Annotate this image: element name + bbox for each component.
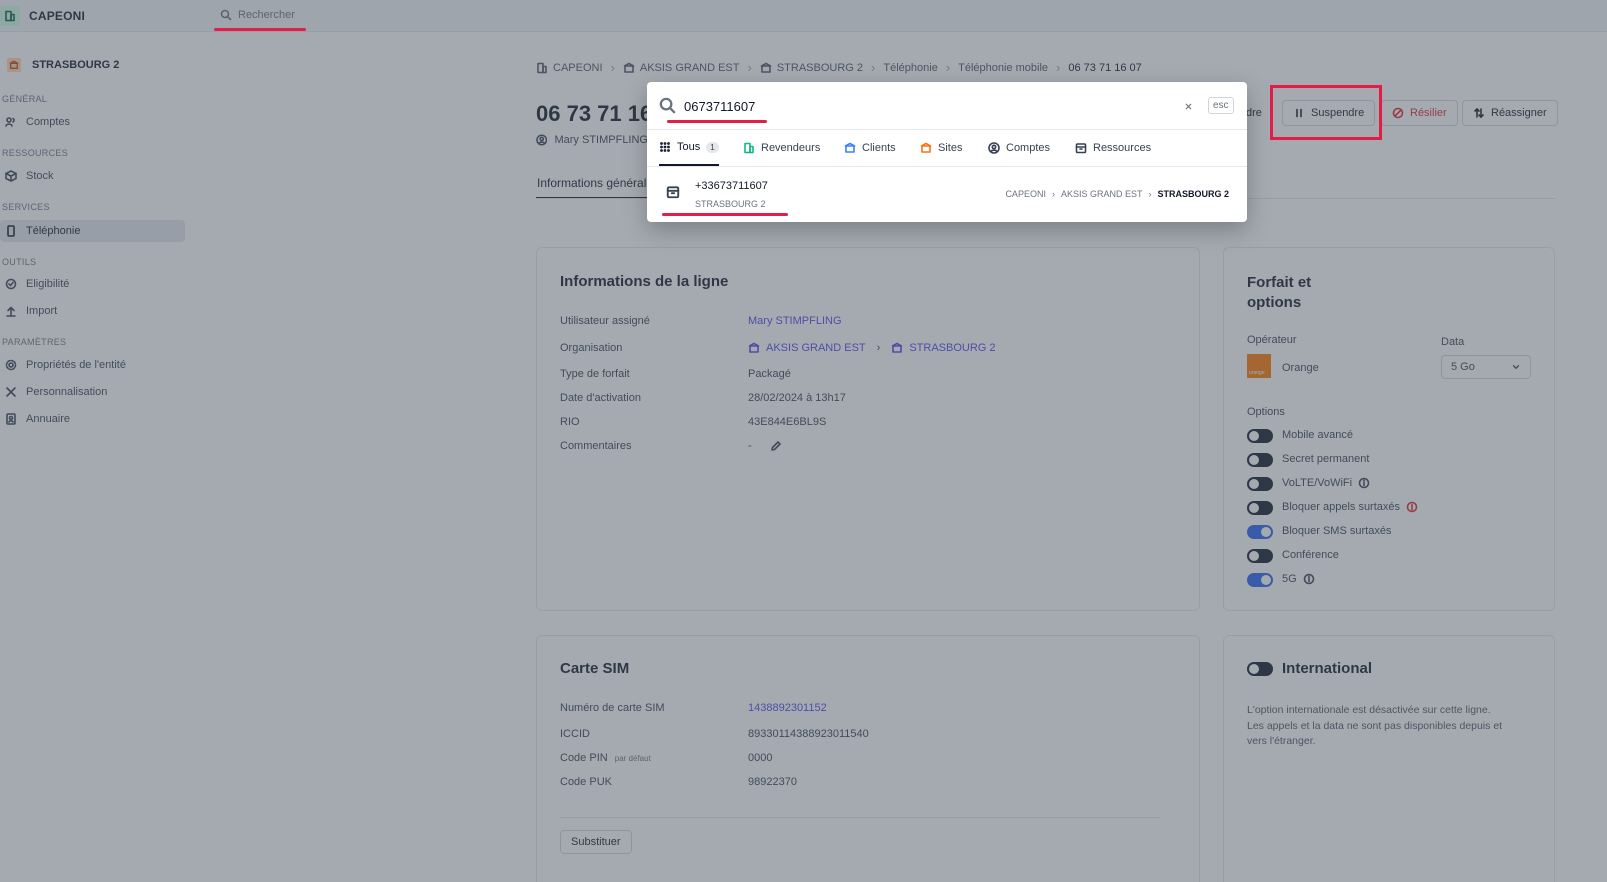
annotation-underline-search bbox=[214, 28, 306, 31]
tab-all[interactable]: Tous 1 bbox=[659, 130, 719, 166]
tab-sites[interactable]: Sites bbox=[920, 130, 962, 166]
clear-search-button[interactable] bbox=[1181, 99, 1195, 113]
close-icon bbox=[1185, 103, 1191, 109]
chevron-right-icon: › bbox=[1051, 189, 1055, 199]
chevron-right-icon: › bbox=[1148, 189, 1152, 199]
tab-accounts[interactable]: Comptes bbox=[988, 130, 1050, 166]
user-circle-icon bbox=[988, 142, 1000, 154]
result-path: CAPEONI › AKSIS GRAND EST › STRASBOURG 2 bbox=[1005, 189, 1229, 199]
tab-clients[interactable]: Clients bbox=[844, 130, 896, 166]
resource-box-icon bbox=[1075, 143, 1087, 154]
annotation-underline-result bbox=[662, 213, 788, 216]
resource-box-icon bbox=[666, 186, 680, 199]
store-icon bbox=[844, 142, 856, 153]
search-modal: esc Tous 1 Revendeurs Clients Sites Comp… bbox=[647, 82, 1247, 222]
annotation-box-suspend bbox=[1270, 85, 1382, 140]
result-org: STRASBOURG 2 bbox=[695, 199, 766, 209]
annotation-underline-query bbox=[667, 120, 767, 123]
site-icon bbox=[920, 142, 932, 153]
search-input[interactable] bbox=[684, 95, 1164, 117]
tab-all-count: 1 bbox=[706, 141, 719, 153]
building-icon bbox=[744, 142, 754, 154]
search-tabs: Tous 1 Revendeurs Clients Sites Comptes … bbox=[647, 130, 1247, 167]
tab-resources[interactable]: Ressources bbox=[1075, 130, 1151, 166]
search-icon bbox=[659, 97, 676, 114]
esc-button[interactable]: esc bbox=[1208, 97, 1234, 114]
grid-icon bbox=[660, 142, 670, 152]
result-number: +33673711607 bbox=[695, 180, 768, 192]
tab-resellers[interactable]: Revendeurs bbox=[743, 130, 820, 166]
